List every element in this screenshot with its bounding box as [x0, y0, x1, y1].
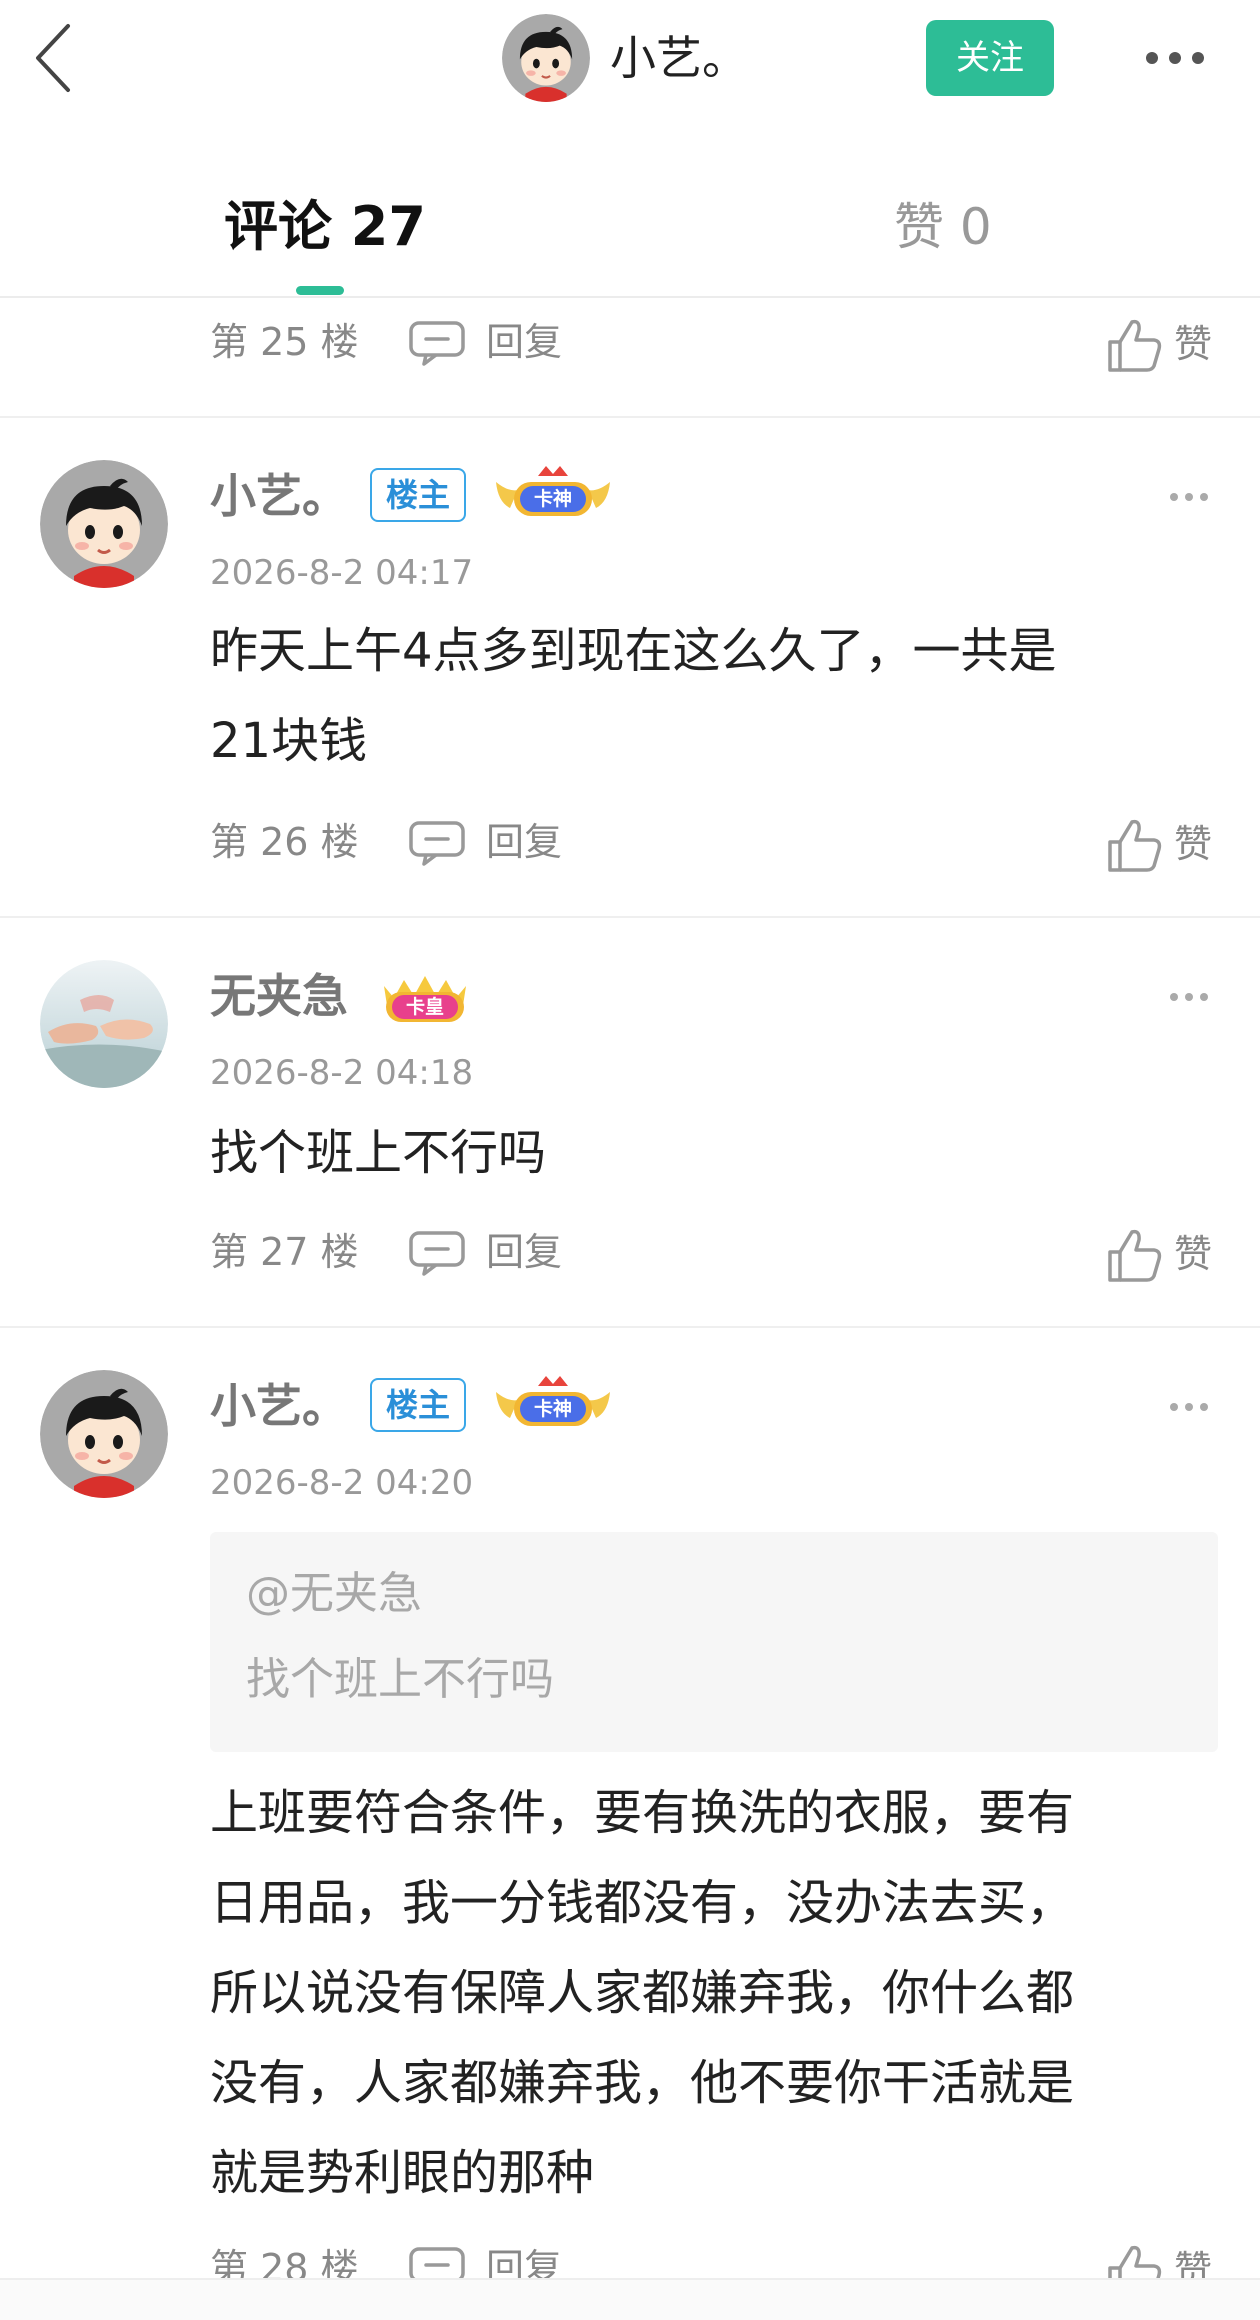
comment-divider — [0, 1326, 1260, 1328]
comment-menu-icon[interactable] — [1168, 1400, 1210, 1414]
thumbs-up-icon[interactable] — [1106, 816, 1164, 874]
comment-time: 2026-8-2 04:18 — [210, 1053, 474, 1093]
avatar[interactable] — [40, 960, 168, 1088]
comment-time: 2026-8-2 04:17 — [210, 553, 474, 593]
reply-button[interactable]: 回复 — [486, 814, 562, 870]
avatar-image — [40, 460, 168, 588]
header-avatar[interactable] — [502, 14, 590, 102]
avatar-image — [40, 1370, 168, 1498]
owner-badge: 楼主 — [370, 1378, 466, 1432]
follow-button[interactable]: 关注 — [926, 20, 1054, 96]
rank-badge-text: 卡神 — [534, 487, 572, 510]
comment-text-line: 没有，人家都嫌弃我，他不要你干活就是 — [210, 2055, 1075, 2111]
rank-badge-icon: 卡神 — [496, 1376, 610, 1426]
floor-number: 第 26 楼 — [210, 820, 359, 864]
rank-badge-text: 卡神 — [534, 1397, 572, 1420]
floor-number: 第 27 楼 — [210, 1230, 359, 1274]
like-button[interactable]: 赞 — [1174, 1226, 1212, 1282]
comment-text-line: 昨天上午4点多到现在这么久了，一共是 — [210, 623, 1057, 679]
rank-badge-text: 卡皇 — [406, 995, 444, 1018]
tabs-divider — [0, 296, 1260, 298]
comment-text-line: 日用品，我一分钱都没有，没办法去买， — [210, 1875, 1075, 1931]
bottom-bar — [0, 2280, 1260, 2320]
more-options-icon[interactable] — [1144, 48, 1206, 68]
avatar[interactable] — [40, 1370, 168, 1498]
comment-author[interactable]: 小艺。 — [210, 466, 348, 526]
active-tab-indicator — [296, 286, 344, 295]
owner-badge: 楼主 — [370, 468, 466, 522]
reply-button[interactable]: 回复 — [486, 1224, 562, 1280]
floor-number: 第 25 楼 — [210, 320, 359, 364]
like-button[interactable]: 赞 — [1174, 816, 1212, 872]
comment-text-line: 找个班上不行吗 — [210, 1125, 547, 1181]
reply-button[interactable]: 回复 — [486, 314, 562, 370]
comment-text-line: 21块钱 — [210, 713, 368, 769]
quoted-author[interactable]: @无夹急 — [246, 1562, 422, 1626]
reply-icon[interactable] — [408, 1230, 466, 1276]
like-button[interactable]: 赞 — [1174, 316, 1212, 372]
comment-text-line: 上班要符合条件，要有换洗的衣服，要有 — [210, 1785, 1075, 1841]
comment-text-line: 就是势利眼的那种 — [210, 2145, 595, 2201]
avatar-image — [40, 960, 168, 1088]
reply-icon[interactable] — [408, 320, 466, 366]
comment-author[interactable]: 小艺。 — [210, 1376, 348, 1436]
comment-menu-icon[interactable] — [1168, 990, 1210, 1004]
tab-comments[interactable]: 评论 27 — [224, 190, 426, 264]
thumbs-up-icon[interactable] — [1106, 316, 1164, 374]
rank-badge-icon: 卡神 — [496, 466, 610, 516]
comment-divider — [0, 416, 1260, 418]
comment-time: 2026-8-2 04:20 — [210, 1463, 474, 1503]
comment-text-line: 所以说没有保障人家都嫌弃我，你什么都 — [210, 1965, 1075, 2021]
comment-menu-icon[interactable] — [1168, 490, 1210, 504]
avatar[interactable] — [40, 460, 168, 588]
header-username[interactable]: 小艺。 — [610, 26, 748, 90]
rank-badge-icon: 卡皇 — [384, 976, 466, 1022]
avatar-image — [502, 14, 590, 102]
back-chevron-icon[interactable] — [30, 20, 76, 96]
comment-author[interactable]: 无夹急 — [210, 966, 348, 1026]
reply-icon[interactable] — [408, 820, 466, 866]
thumbs-up-icon[interactable] — [1106, 1226, 1164, 1284]
quoted-text: 找个班上不行吗 — [246, 1654, 554, 1705]
tab-likes[interactable]: 赞 0 — [894, 192, 992, 262]
comment-divider — [0, 916, 1260, 918]
